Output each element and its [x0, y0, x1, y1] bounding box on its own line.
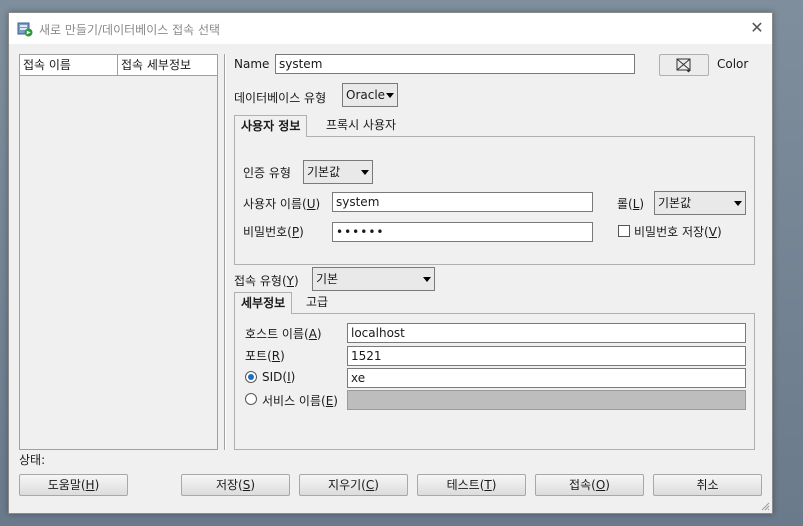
- tab-details[interactable]: 세부정보: [234, 292, 293, 314]
- color-picker-icon: [676, 58, 691, 73]
- role-label: 롤(L): [617, 197, 645, 211]
- service-name-radio[interactable]: [245, 393, 257, 405]
- db-type-label: 데이터베이스 유형: [234, 91, 327, 105]
- save-password-label: 비밀번호 저장(V): [634, 225, 722, 239]
- auth-type-value: 기본값: [307, 165, 341, 179]
- dropdown-arrow-icon: [361, 170, 369, 175]
- username-label: 사용자 이름(U): [243, 197, 321, 211]
- role-value: 기본값: [658, 196, 692, 210]
- clear-button[interactable]: 지우기(C): [299, 474, 408, 496]
- port-field[interactable]: 1521: [347, 346, 746, 366]
- name-label: Name: [234, 57, 270, 71]
- column-header-connection-name[interactable]: 접속 이름: [20, 55, 118, 76]
- split-divider[interactable]: [224, 54, 226, 450]
- password-field[interactable]: ••••••: [332, 222, 593, 242]
- title-bar: 새로 만들기/데이터베이스 접속 선택 ✕: [9, 13, 772, 44]
- save-button[interactable]: 저장(S): [181, 474, 290, 496]
- host-label: 호스트 이름(A): [245, 327, 322, 341]
- save-password-checkbox[interactable]: [618, 225, 630, 237]
- password-label: 비밀번호(P): [243, 225, 304, 239]
- connection-type-select[interactable]: 기본: [312, 267, 435, 291]
- help-button[interactable]: 도움말(H): [19, 474, 128, 496]
- color-label: Color: [717, 57, 749, 71]
- auth-type-label: 인증 유형: [243, 166, 291, 180]
- service-name-label: 서비스 이름(E): [262, 394, 338, 408]
- close-icon[interactable]: ✕: [742, 13, 772, 44]
- test-button[interactable]: 테스트(T): [417, 474, 526, 496]
- connection-type-label: 접속 유형(Y): [234, 274, 299, 288]
- username-field[interactable]: system: [332, 192, 593, 212]
- db-type-select[interactable]: Oracle: [342, 83, 398, 107]
- sid-label: SID(I): [262, 370, 296, 384]
- resize-grip-icon[interactable]: [760, 501, 770, 511]
- dropdown-arrow-icon: [423, 277, 431, 282]
- sid-field[interactable]: xe: [347, 368, 746, 388]
- color-picker-button[interactable]: [659, 54, 709, 76]
- connection-list[interactable]: 접속 이름 접속 세부정보: [19, 54, 218, 450]
- connect-button[interactable]: 접속(O): [535, 474, 644, 496]
- app-db-icon: [17, 22, 33, 37]
- new-connection-dialog: 새로 만들기/데이터베이스 접속 선택 ✕ 접속 이름 접속 세부정보 Name…: [8, 12, 773, 514]
- cancel-button[interactable]: 취소: [653, 474, 762, 496]
- host-field[interactable]: localhost: [347, 323, 746, 343]
- connection-type-value: 기본: [316, 272, 339, 286]
- role-select[interactable]: 기본값: [654, 191, 746, 215]
- column-header-connection-details[interactable]: 접속 세부정보: [118, 55, 217, 76]
- service-name-field: [347, 390, 746, 410]
- dropdown-arrow-icon: [734, 201, 742, 206]
- sid-radio[interactable]: [245, 371, 257, 383]
- status-label: 상태:: [19, 453, 46, 467]
- auth-type-select[interactable]: 기본값: [303, 160, 373, 184]
- tab-user-info[interactable]: 사용자 정보: [234, 115, 308, 137]
- name-field[interactable]: system: [275, 54, 635, 74]
- tab-advanced[interactable]: 고급: [300, 292, 334, 314]
- port-label: 포트(R): [245, 349, 285, 363]
- window-title: 새로 만들기/데이터베이스 접속 선택: [39, 23, 221, 37]
- db-type-value: Oracle: [346, 88, 386, 102]
- dropdown-arrow-icon: [386, 93, 394, 98]
- tab-proxy-user[interactable]: 프록시 사용자: [320, 115, 402, 137]
